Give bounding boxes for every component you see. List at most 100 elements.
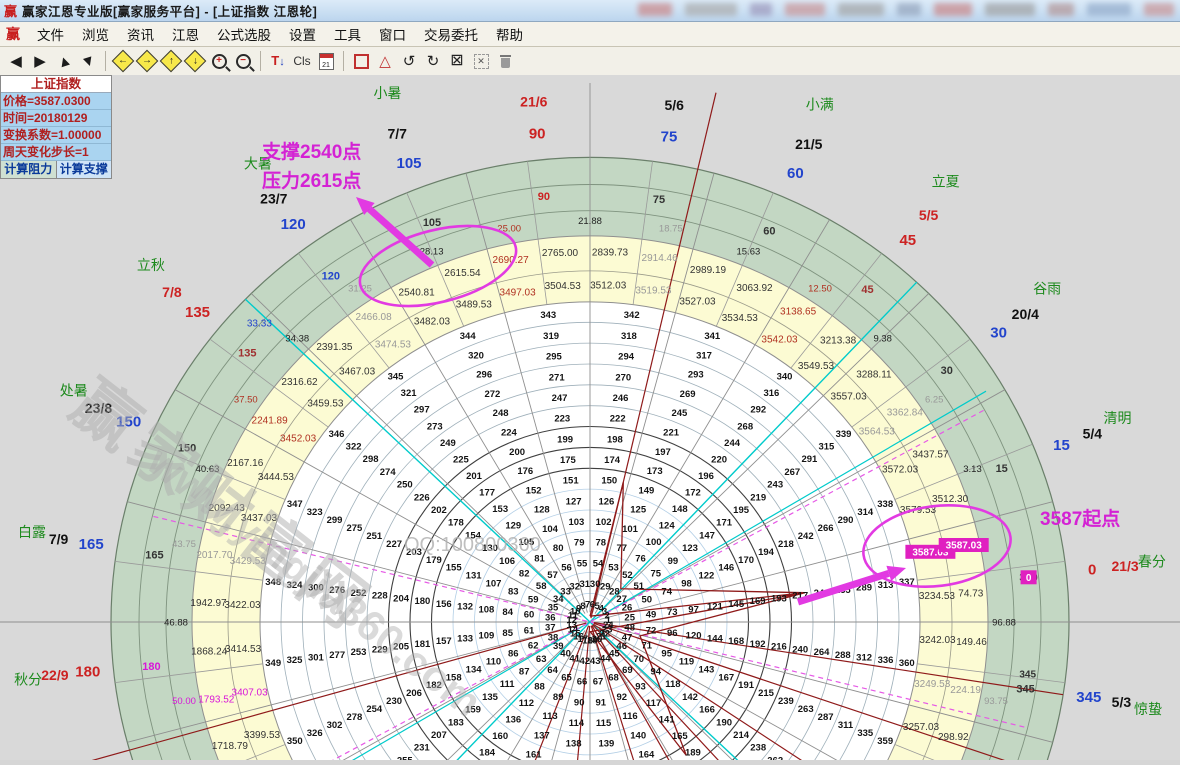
- svg-text:120: 120: [281, 216, 306, 233]
- pan-left-icon[interactable]: ←: [111, 49, 135, 73]
- menu-item-公式选股[interactable]: 公式选股: [208, 22, 280, 46]
- calendar-icon[interactable]: 21: [314, 49, 338, 73]
- menu-item-资讯[interactable]: 资讯: [118, 22, 163, 46]
- svg-text:314: 314: [857, 507, 874, 518]
- svg-text:50.00: 50.00: [172, 696, 196, 707]
- svg-text:245: 245: [671, 408, 688, 419]
- nav-down-icon[interactable]: ▼: [76, 49, 100, 73]
- svg-text:216: 216: [771, 642, 787, 653]
- svg-text:91: 91: [596, 697, 607, 708]
- svg-text:20/4: 20/4: [1012, 306, 1039, 322]
- svg-text:3474.53: 3474.53: [375, 339, 412, 350]
- sep2: [260, 51, 261, 71]
- svg-text:82: 82: [519, 569, 530, 580]
- svg-text:33.33: 33.33: [247, 319, 272, 330]
- svg-text:344: 344: [460, 331, 477, 342]
- svg-text:121: 121: [707, 602, 724, 613]
- svg-text:3504.53: 3504.53: [545, 281, 582, 292]
- menu-item-文件[interactable]: 文件: [28, 22, 73, 46]
- svg-text:21.88: 21.88: [578, 216, 602, 227]
- svg-text:2466.08: 2466.08: [356, 312, 393, 323]
- svg-text:115: 115: [596, 718, 612, 729]
- crosshair-tool-icon[interactable]: ✕: [469, 49, 493, 73]
- svg-text:127: 127: [566, 496, 582, 507]
- nav-up-icon[interactable]: ▲: [52, 49, 76, 73]
- svg-text:90: 90: [538, 191, 550, 203]
- menu-item-工具[interactable]: 工具: [325, 22, 370, 46]
- menu-item-江恩[interactable]: 江恩: [163, 22, 208, 46]
- svg-text:298.92: 298.92: [938, 732, 969, 743]
- menu-item-窗口[interactable]: 窗口: [370, 22, 415, 46]
- pan-down-icon[interactable]: ↓: [183, 49, 207, 73]
- svg-text:191: 191: [738, 680, 755, 691]
- square-tool-icon[interactable]: [349, 49, 373, 73]
- delete-tool-icon[interactable]: [493, 49, 517, 73]
- gann-wheel-chart[interactable]: 1234567891011121314151617181920212223242…: [0, 75, 1180, 760]
- svg-text:248: 248: [493, 408, 509, 419]
- svg-text:253: 253: [351, 647, 367, 658]
- zoom-in-icon[interactable]: +: [207, 49, 231, 73]
- svg-text:70: 70: [634, 654, 645, 665]
- svg-text:2540.81: 2540.81: [399, 287, 436, 298]
- pan-right-icon[interactable]: →: [135, 49, 159, 73]
- menu-item-设置[interactable]: 设置: [280, 22, 325, 46]
- svg-text:32: 32: [569, 582, 580, 593]
- menu-item-帮助[interactable]: 帮助: [487, 22, 532, 46]
- svg-text:157: 157: [436, 636, 452, 647]
- price-axis-icon[interactable]: T↓: [266, 49, 290, 73]
- svg-text:201: 201: [466, 471, 483, 482]
- select-box-icon[interactable]: ⊠: [445, 49, 469, 73]
- svg-text:113: 113: [542, 711, 557, 722]
- triangle-tool-icon[interactable]: △: [373, 49, 397, 73]
- svg-text:326: 326: [307, 728, 323, 739]
- calc-resistance-button[interactable]: 计算阻力: [1, 161, 57, 178]
- svg-text:108: 108: [478, 604, 494, 615]
- svg-text:221: 221: [663, 428, 680, 439]
- rotate-cw-icon[interactable]: ↻: [421, 49, 445, 73]
- rotate-ccw-icon[interactable]: ↺: [397, 49, 421, 73]
- svg-text:114: 114: [569, 718, 585, 729]
- nav-next-icon[interactable]: ▶: [28, 49, 52, 73]
- calc-support-button[interactable]: 计算支撑: [57, 161, 112, 178]
- svg-text:59: 59: [528, 595, 539, 606]
- svg-text:149.46: 149.46: [956, 637, 987, 648]
- svg-text:74: 74: [661, 587, 672, 598]
- svg-text:349: 349: [265, 658, 281, 669]
- svg-text:58: 58: [536, 581, 547, 592]
- svg-text:176: 176: [517, 466, 533, 477]
- svg-text:262: 262: [767, 755, 783, 760]
- svg-text:169: 169: [750, 596, 766, 607]
- svg-text:130: 130: [482, 543, 498, 554]
- svg-text:220: 220: [711, 454, 727, 465]
- pan-up-icon[interactable]: ↑: [159, 49, 183, 73]
- svg-text:287: 287: [818, 712, 834, 723]
- nav-prev-icon[interactable]: ◀: [4, 49, 28, 73]
- svg-text:45: 45: [899, 232, 916, 249]
- svg-text:150: 150: [178, 443, 196, 455]
- zoom-out-icon[interactable]: −: [231, 49, 255, 73]
- svg-text:107: 107: [486, 579, 502, 590]
- svg-text:白露: 白露: [18, 524, 46, 540]
- svg-text:350: 350: [287, 736, 303, 747]
- svg-text:199: 199: [557, 434, 573, 445]
- svg-text:52: 52: [622, 570, 633, 581]
- cls-button[interactable]: Cls: [290, 49, 314, 73]
- svg-text:346: 346: [329, 429, 345, 440]
- svg-text:3138.65: 3138.65: [780, 307, 817, 318]
- window-title: 赢家江恩专业版[赢家服务平台] - [上证指数 江恩轮]: [22, 1, 317, 20]
- menu-item-浏览[interactable]: 浏览: [73, 22, 118, 46]
- svg-text:15: 15: [1053, 437, 1070, 454]
- svg-text:18.75: 18.75: [659, 224, 683, 235]
- svg-text:170: 170: [738, 555, 754, 566]
- svg-text:239: 239: [778, 696, 794, 707]
- svg-text:1718.79: 1718.79: [212, 741, 249, 752]
- menu-item-交易委托[interactable]: 交易委托: [415, 22, 487, 46]
- svg-text:3.13: 3.13: [963, 464, 982, 475]
- svg-text:315: 315: [818, 442, 835, 453]
- svg-text:133: 133: [457, 634, 473, 645]
- svg-text:135: 135: [238, 347, 256, 359]
- svg-text:231: 231: [414, 743, 431, 754]
- svg-text:338: 338: [877, 499, 893, 510]
- chart-area: 1234567891011121314151617181920212223242…: [0, 75, 1180, 760]
- svg-text:347: 347: [287, 499, 303, 510]
